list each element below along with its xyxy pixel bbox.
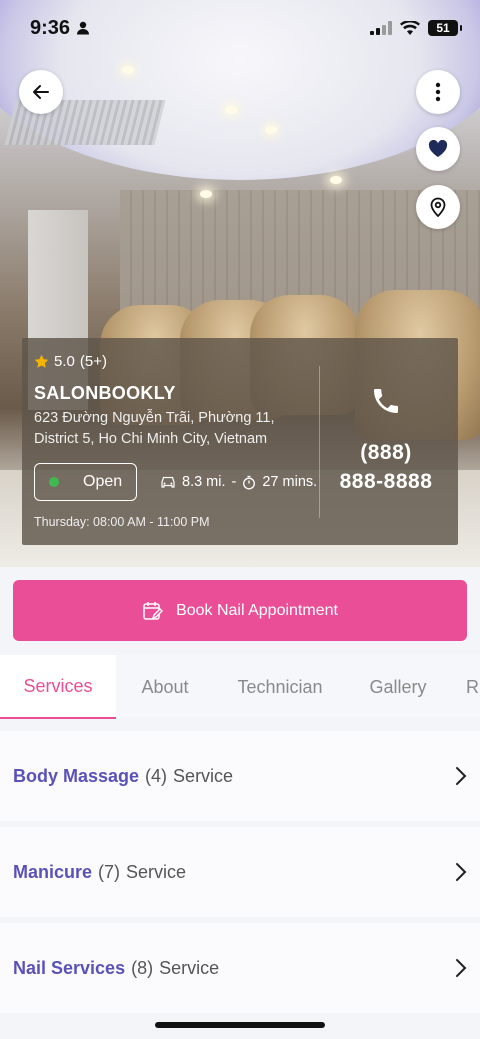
tab-about[interactable]: About <box>116 655 214 719</box>
opening-hours: Thursday: 08:00 AM - 11:00 PM <box>34 515 210 529</box>
person-icon <box>77 21 90 35</box>
battery-level: 51 <box>436 21 450 35</box>
salon-address: 623 Đường Nguyễn Trãi, Phường 11, Distri… <box>34 408 304 450</box>
tab-bar: Services About Technician Gallery R <box>0 655 480 719</box>
back-button[interactable] <box>19 70 63 114</box>
book-appointment-label: Book Nail Appointment <box>176 601 338 619</box>
chevron-right-icon <box>456 863 467 881</box>
hero-light <box>330 176 342 184</box>
service-count: (8) <box>131 957 154 978</box>
tab-technician[interactable]: Technician <box>214 655 346 719</box>
tab-services[interactable]: Services <box>0 655 116 719</box>
service-name: Body Massage <box>13 765 140 786</box>
drive-time: 27 mins. <box>262 474 318 490</box>
hero-light <box>200 190 212 198</box>
rating-count: (5+) <box>79 353 107 370</box>
call-button[interactable] <box>370 385 402 422</box>
service-count: (4) <box>145 765 168 786</box>
service-suffix: Service <box>173 765 234 786</box>
tab-gallery-label: Gallery <box>369 676 427 697</box>
status-time: 9:36 <box>30 17 90 40</box>
distance-info: 8.3 mi. - 27 mins. <box>160 474 317 490</box>
status-time-text: 9:36 <box>30 16 71 39</box>
salon-name: SALONBOOKLY <box>34 383 176 403</box>
signal-icon <box>370 21 392 35</box>
wifi-icon <box>400 20 420 35</box>
timer-icon <box>243 475 256 489</box>
phone-number-line-1: (888) <box>360 441 412 464</box>
hero-light <box>265 126 277 134</box>
tab-about-label: About <box>141 676 189 697</box>
distance-value: 8.3 mi. <box>182 474 226 490</box>
service-row[interactable]: Body Massage (4) Service <box>0 731 480 821</box>
address-line-2: District 5, Ho Chi Minh City, Vietnam <box>34 431 268 447</box>
home-indicator[interactable] <box>155 1022 325 1028</box>
service-row[interactable]: Manicure (7) Service <box>0 827 480 917</box>
phone-icon <box>374 389 398 413</box>
star-icon <box>34 354 49 368</box>
status-icons: 51 <box>370 20 462 36</box>
service-count: (7) <box>98 861 121 882</box>
tab-technician-label: Technician <box>237 676 323 697</box>
service-suffix: Service <box>126 861 187 882</box>
phone-number-line-2: 888-8888 <box>339 470 433 493</box>
rating: 5.0 (5+) <box>34 353 107 370</box>
salon-info-card: 5.0 (5+) SALONBOOKLY 623 Đường Nguyễn Tr… <box>22 338 458 545</box>
card-divider <box>319 366 320 518</box>
book-appointment-button[interactable]: Book Nail Appointment <box>13 580 467 641</box>
service-name: Manicure <box>13 861 93 882</box>
service-name: Nail Services <box>13 957 126 978</box>
phone-number[interactable]: (888) 888-8888 <box>322 438 450 496</box>
location-button[interactable] <box>416 185 460 229</box>
distance-separator: - <box>231 474 237 490</box>
tab-services-label: Services <box>23 675 93 696</box>
address-line-1: 623 Đường Nguyễn Trãi, Phường 11, <box>34 410 275 426</box>
map-pin-icon <box>430 197 446 217</box>
service-title: Nail Services (8) Service <box>13 958 219 979</box>
chevron-right-icon <box>456 767 467 785</box>
service-title: Manicure (7) Service <box>13 862 186 883</box>
tab-gallery[interactable]: Gallery <box>346 655 450 719</box>
tab-reviews[interactable]: R <box>450 655 480 719</box>
calendar-edit-icon <box>143 601 164 620</box>
service-suffix: Service <box>159 957 220 978</box>
arrow-left-icon <box>33 85 49 99</box>
rating-value: 5.0 <box>54 353 75 370</box>
favorite-button[interactable] <box>416 127 460 171</box>
status-bar: 9:36 51 <box>0 0 480 56</box>
chevron-right-icon <box>456 959 467 977</box>
heart-icon <box>428 140 448 157</box>
service-row[interactable]: Nail Services (8) Service <box>0 923 480 1013</box>
open-status-dot <box>49 477 59 487</box>
service-title: Body Massage (4) Service <box>13 766 233 787</box>
tab-reviews-label: R <box>466 676 479 697</box>
battery-indicator: 51 <box>428 20 462 36</box>
car-icon <box>161 476 175 488</box>
open-status-badge: Open <box>34 463 137 501</box>
dots-vertical-icon <box>435 82 441 102</box>
open-status-text: Open <box>83 473 123 490</box>
hero-light <box>225 106 237 114</box>
more-options-button[interactable] <box>416 70 460 114</box>
hero-light <box>122 66 134 74</box>
